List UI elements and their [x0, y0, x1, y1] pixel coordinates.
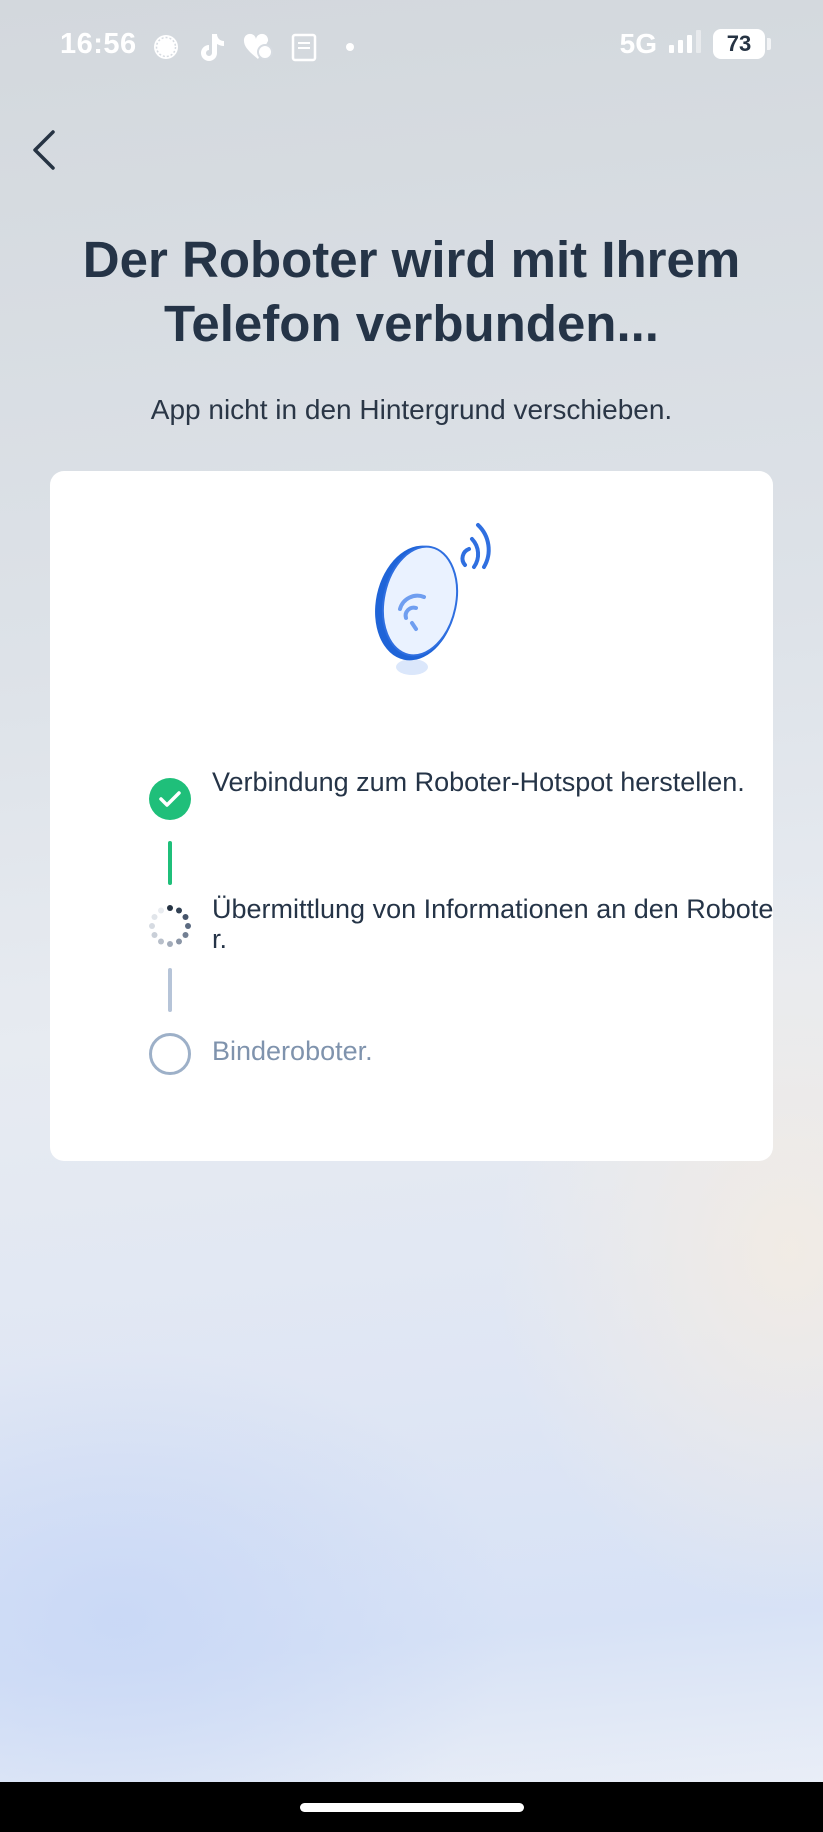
step-1-label: Verbindung zum Roboter-Hotspot herstelle… — [212, 767, 745, 797]
tiktok-icon — [196, 31, 228, 63]
step-2-label: Übermittlung von Informationen an den Ro… — [212, 894, 773, 954]
dot-icon — [334, 31, 366, 63]
clipboard-icon — [288, 31, 320, 63]
step-3-label: Binderoboter. — [212, 1036, 373, 1066]
check-circle-icon — [148, 777, 192, 821]
page-subtitle: App nicht in den Hintergrund verschieben… — [150, 394, 673, 425]
empty-circle-icon — [148, 1032, 192, 1076]
connection-progress-card: Verbindung zum Roboter-Hotspot herstelle… — [50, 471, 773, 1161]
step-connector-done — [168, 841, 172, 885]
health-app-icon — [242, 31, 274, 63]
status-time: 16:56 — [60, 28, 137, 60]
notification-icons — [150, 29, 366, 65]
battery-icon: 73 — [713, 29, 771, 59]
page-title: Der Roboter wird mit Ihrem Telefon verbu… — [82, 231, 741, 352]
step-connector-pending — [168, 968, 172, 1012]
signal-messenger-icon — [150, 31, 182, 63]
status-bar: 16:56 5G 73 — [0, 0, 823, 94]
chevron-left-icon — [33, 130, 55, 170]
system-status: 5G 73 — [619, 28, 771, 60]
cell-signal-icon — [667, 29, 703, 60]
network-type: 5G — [619, 28, 657, 59]
home-indicator[interactable] — [300, 1803, 524, 1812]
spinner-icon — [148, 904, 192, 948]
back-button[interactable] — [16, 122, 72, 178]
robot-hotspot-wifi-icon — [375, 523, 491, 675]
